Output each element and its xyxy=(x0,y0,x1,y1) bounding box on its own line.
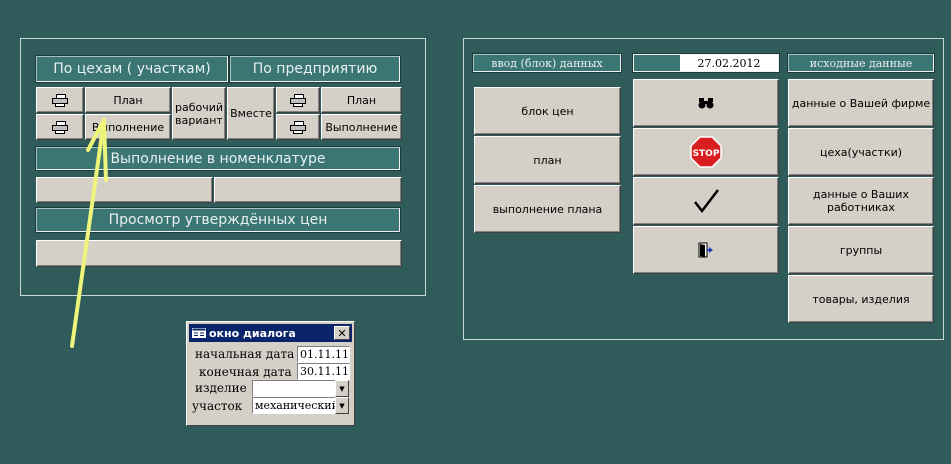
shops-button[interactable]: цеха(участки) xyxy=(788,128,934,176)
tab-by-shops[interactable]: По цехам ( участкам) xyxy=(35,55,229,83)
date-value: 27.02.2012 xyxy=(680,55,778,71)
end-date-label: конечная дата xyxy=(199,365,292,379)
data-entry-header: ввод (блок) данных xyxy=(472,53,622,73)
blank-button-left[interactable] xyxy=(36,177,213,203)
section-label: участок xyxy=(192,399,243,413)
section-dropdown-button[interactable]: ▼ xyxy=(335,397,349,414)
stop-text: STOP xyxy=(693,149,720,159)
source-data-header: исходные данные xyxy=(787,53,935,73)
plan-button[interactable]: План xyxy=(85,87,171,113)
binoculars-icon xyxy=(698,98,714,109)
execution-right-button[interactable]: Выполнение xyxy=(321,114,402,140)
start-date-input[interactable]: 01.11.11 xyxy=(297,346,350,363)
blank-wide-button[interactable] xyxy=(36,240,402,267)
stop-icon: STOP xyxy=(690,136,722,168)
plan-right-button[interactable]: План xyxy=(321,87,402,113)
execution-button[interactable]: Выполнение xyxy=(85,114,171,140)
exit-button[interactable] xyxy=(633,226,779,274)
plan-entry-button[interactable]: план xyxy=(474,136,621,184)
end-date-input[interactable]: 30.11.11 xyxy=(297,363,350,380)
confirm-button[interactable] xyxy=(633,177,779,225)
printer-icon xyxy=(52,93,68,107)
working-variant-button[interactable]: рабочий вариант xyxy=(172,87,226,140)
checkmark-icon xyxy=(694,189,719,214)
blank-button-right[interactable] xyxy=(214,177,402,203)
employees-data-button[interactable]: данные о Ваших работниках xyxy=(788,177,934,225)
together-button[interactable]: Вместе xyxy=(227,87,275,140)
print-plan-right-button[interactable] xyxy=(276,87,320,113)
start-date-label: начальная дата xyxy=(195,347,295,361)
product-dropdown-button[interactable]: ▼ xyxy=(335,380,349,397)
groups-button[interactable]: группы xyxy=(788,226,934,274)
print-execution-right-button[interactable] xyxy=(276,114,320,140)
firm-data-button[interactable]: данные о Вашей фирме xyxy=(788,79,934,127)
print-execution-button[interactable] xyxy=(36,114,84,140)
section-select[interactable]: механический xyxy=(252,397,336,414)
search-button[interactable] xyxy=(633,79,779,127)
window-icon xyxy=(192,328,206,338)
dialog-title: окно диалога xyxy=(209,326,296,340)
products-button[interactable]: товары, изделия xyxy=(788,275,934,323)
tab-by-enterprise[interactable]: По предприятию xyxy=(229,55,401,83)
nomenclature-execution-bar[interactable]: Выполнение в номенклатуре xyxy=(35,146,401,171)
exit-door-icon xyxy=(698,242,713,258)
printer-icon xyxy=(52,120,68,134)
print-plan-button[interactable] xyxy=(36,87,84,113)
view-approved-prices-bar[interactable]: Просмотр утверждённых цен xyxy=(35,207,401,233)
date-display: 27.02.2012 xyxy=(632,53,780,73)
dialog-titlebar[interactable]: окно диалога xyxy=(189,324,352,342)
stop-button[interactable]: STOP xyxy=(633,128,779,176)
product-select[interactable] xyxy=(252,380,336,397)
printer-icon xyxy=(290,120,306,134)
printer-icon xyxy=(290,93,306,107)
close-button[interactable]: ✕ xyxy=(334,326,350,340)
product-label: изделие xyxy=(195,381,247,395)
price-block-button[interactable]: блок цен xyxy=(474,87,621,135)
plan-execution-button[interactable]: выполнение плана xyxy=(474,185,621,233)
